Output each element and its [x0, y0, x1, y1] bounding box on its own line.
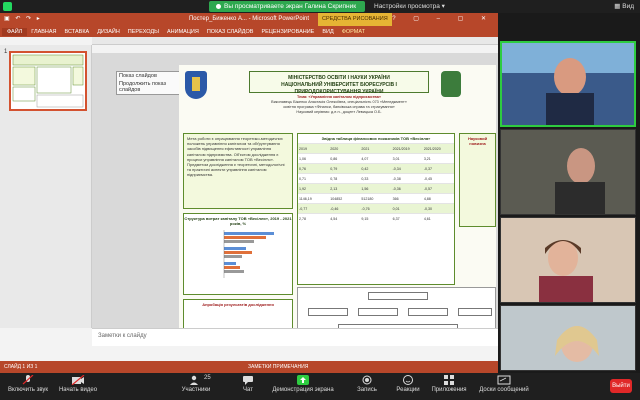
poster-header: МІНІСТЕРСТВО ОСВІТИ І НАУКИ УКРАЇНИ НАЦІ… — [179, 65, 496, 131]
meeting-controls-bar: Включить звук Начать видео Участники 25 … — [0, 373, 640, 400]
participant-tile[interactable] — [500, 129, 636, 215]
horizontal-ruler — [92, 37, 498, 45]
table-row: -0,77 -0,46 -0,76 0,01 -0,30 — [298, 203, 454, 213]
status-notes-comments[interactable]: ЗАМЕТКИ ПРИМЕЧАНИЯ — [248, 361, 308, 373]
references-panel: Апробація результатів дослідження — [183, 299, 293, 328]
participant-tile[interactable] — [500, 217, 636, 303]
powerpoint-window: ▣ ↶ ↷ ▸ Постер_Биженко А... - Microsoft … — [0, 13, 498, 373]
table-row: 1146,19 104852 512180 366 4,88 — [298, 193, 454, 203]
poster-author-info: Тема: «Управління капіталом підприємства… — [271, 95, 407, 114]
flow-node — [308, 308, 348, 316]
thumbnail-preview-icon — [12, 54, 84, 108]
participant-video-4 — [501, 306, 635, 370]
window-title: Постер_Биженко А... - Microsoft PowerPoi… — [188, 16, 309, 22]
unmute-button[interactable]: Включить звук — [6, 375, 50, 393]
cost-structure-chart: Структура витрат капіталу ТОВ «Весілля»,… — [183, 213, 293, 295]
participant-video-3 — [501, 218, 635, 302]
scientific-novelty-panel: Науковий новизна — [459, 133, 496, 227]
tab-transitions[interactable]: ПЕРЕХОДЫ — [124, 29, 163, 35]
slide-editing-pane: Показ слайдов Продолжить показ слайдов М… — [92, 53, 498, 328]
ppt-status-bar: СЛАЙД 1 ИЗ 1 ЗАМЕТКИ ПРИМЕЧАНИЯ — [0, 361, 498, 373]
table-row: 2019 2020 2021 2021/2019 2021/2020 — [298, 143, 454, 153]
tab-animation[interactable]: АНИМАЦИЯ — [163, 29, 203, 35]
window-controls[interactable]: ? ▢ – ▢ ✕ — [392, 13, 494, 26]
tab-home[interactable]: ГЛАВНАЯ — [27, 29, 60, 35]
university-title-box: МІНІСТЕРСТВО ОСВІТИ І НАУКИ УКРАЇНИ НАЦІ… — [249, 71, 429, 95]
screen-share-banner: Вы просматриваете экран Галина Скрипник — [209, 1, 365, 12]
table-row: 1,06 0,86 4,07 3,01 3,21 — [298, 153, 454, 163]
tab-review[interactable]: РЕЦЕНЗИРОВАНИЕ — [257, 29, 318, 35]
video-off-icon — [71, 375, 85, 385]
poster-slide[interactable]: МІНІСТЕРСТВО ОСВІТИ І НАУКИ УКРАЇНИ НАЦІ… — [179, 65, 496, 328]
table-row: 0,76 0,79 0,42 -0,34 -0,37 — [298, 163, 454, 173]
chat-button[interactable]: Чат — [236, 375, 260, 393]
participant-video-2 — [501, 130, 635, 214]
drawing-tools-context-tab: СРЕДСТВА РИСОВАНИЯ — [318, 13, 392, 26]
table-row: 2,78 4,54 9,15 6,37 4,61 — [298, 213, 454, 223]
record-button[interactable]: Запись — [352, 375, 382, 393]
whiteboard-icon — [497, 375, 511, 385]
notes-placeholder: Заметки к слайду — [98, 333, 147, 339]
ppt-title-bar: ▣ ↶ ↷ ▸ Постер_Биженко А... - Microsoft … — [0, 13, 498, 26]
start-video-button[interactable]: Начать видео — [56, 375, 100, 393]
reactions-icon — [403, 375, 413, 385]
slide-thumbnail[interactable] — [9, 51, 87, 111]
table-row: 1,92 2,13 1,56 -0,36 -0,57 — [298, 183, 454, 193]
notes-pane[interactable]: Заметки к слайду — [92, 328, 498, 346]
tab-slideshow[interactable]: ПОКАЗ СЛАЙДОВ — [203, 29, 258, 35]
slide-thumbnails-pane: 1 — [0, 45, 92, 328]
apps-button[interactable]: Приложения — [428, 375, 470, 393]
participant-video-1 — [502, 43, 634, 125]
flow-node — [408, 308, 448, 316]
participant-tile[interactable] — [500, 41, 636, 127]
financial-indicators-table: Звідна таблиця фінансових показників ТОВ… — [297, 133, 455, 285]
table-row: 0,71 0,78 0,33 -0,38 -0,45 — [298, 173, 454, 183]
university-emblem-icon — [185, 71, 207, 99]
thumb-number: 1 — [4, 49, 8, 55]
bar-chart-graphic — [223, 230, 274, 278]
ribbon-tabs: ФАЙЛ ГЛАВНАЯ ВСТАВКА ДИЗАЙН ПЕРЕХОДЫ АНИ… — [0, 26, 498, 37]
flow-node — [458, 308, 492, 316]
leave-meeting-button[interactable]: Выйти — [610, 379, 632, 393]
tab-format[interactable]: ФОРМАТ — [338, 29, 369, 35]
tab-view[interactable]: ВИД — [318, 29, 337, 35]
view-options-button[interactable]: Настройки просмотра ▾ — [370, 1, 449, 12]
management-flow-diagram — [297, 287, 496, 328]
share-indicator-icon — [216, 3, 221, 9]
record-icon — [362, 375, 372, 385]
slide-counter: СЛАЙД 1 ИЗ 1 — [4, 364, 38, 370]
quick-access-toolbar[interactable]: ▣ ↶ ↷ ▸ — [4, 13, 42, 26]
coat-of-arms-icon — [441, 71, 461, 97]
tab-insert[interactable]: ВСТАВКА — [61, 29, 94, 35]
reactions-button[interactable]: Реакции — [392, 375, 424, 393]
apps-icon — [444, 375, 454, 385]
slideshow-popup-menu: Показ слайдов Продолжить показ слайдов — [116, 71, 186, 95]
flow-node — [358, 308, 398, 316]
share-screen-icon — [297, 375, 309, 385]
muted-mic-icon — [22, 375, 34, 385]
tab-file[interactable]: ФАЙЛ — [2, 27, 28, 36]
participant-gallery — [498, 13, 640, 373]
participants-count: 25 — [204, 375, 211, 381]
research-goal-panel: Мета роботи є опрацювання теоретико-мето… — [183, 133, 293, 209]
view-button[interactable]: ▦ Вид — [614, 1, 634, 12]
participants-icon — [190, 375, 198, 385]
tab-design[interactable]: ДИЗАЙН — [93, 29, 124, 35]
security-shield-icon[interactable] — [3, 2, 12, 11]
chat-icon — [243, 376, 253, 385]
participant-tile[interactable] — [500, 305, 636, 371]
flow-node — [368, 292, 428, 300]
zoom-top-bar: Вы просматриваете экран Галина Скрипник … — [0, 0, 640, 13]
menu-slideshow[interactable]: Показ слайдов — [117, 72, 185, 80]
menu-continue-slideshow[interactable]: Продолжить показ слайдов — [117, 80, 185, 94]
share-screen-button[interactable]: Демонстрация экрана — [270, 375, 336, 393]
whiteboards-button[interactable]: Доски сообщений — [476, 375, 532, 393]
